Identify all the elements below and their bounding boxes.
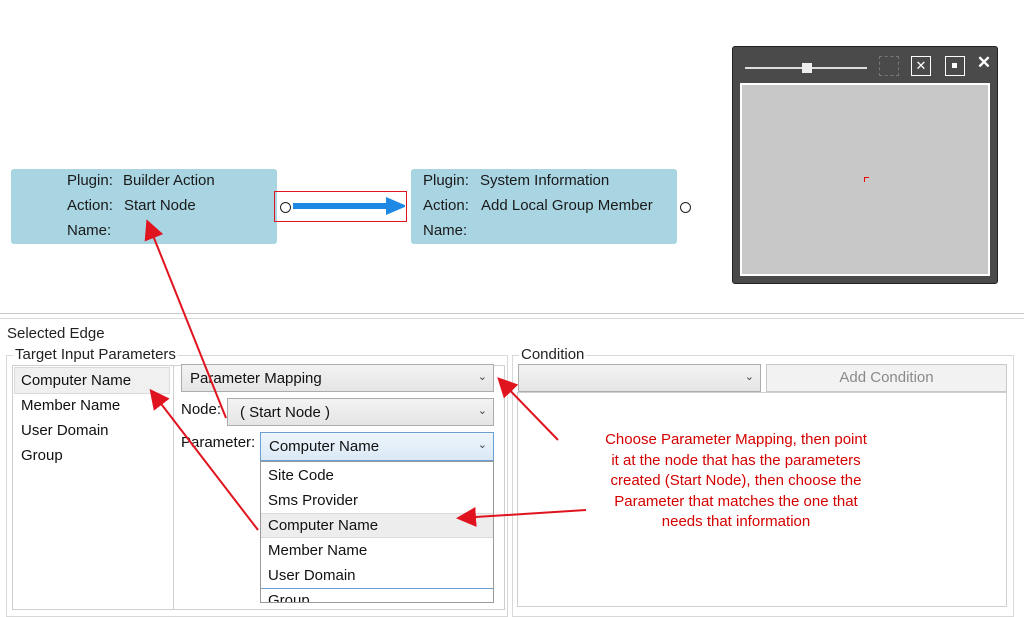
node-action-value: Start Node [124, 197, 196, 214]
parameter-select-value: Computer Name [269, 438, 380, 455]
parameter-dropdown[interactable]: Site Code Sms Provider Computer Name Mem… [260, 461, 494, 603]
node-action-value: Add Local Group Member [481, 197, 653, 214]
dropdown-option[interactable]: Group [268, 592, 310, 602]
panel-separator [0, 313, 1024, 314]
annotation-line: it at the node that has the parameters [611, 451, 861, 469]
dropdown-option[interactable]: Site Code [268, 467, 334, 484]
chevron-down-icon: ⌄ [744, 371, 754, 383]
list-item[interactable]: Member Name [21, 397, 120, 414]
dropdown-option[interactable]: Member Name [268, 542, 367, 559]
list-item[interactable]: Group [21, 447, 63, 464]
node-select-value: ( Start Node ) [240, 404, 331, 421]
node-name-label: Name: [423, 222, 468, 239]
viewport-marker [864, 177, 869, 182]
node-name-label: Name: [67, 222, 112, 239]
annotation-line: Choose Parameter Mapping, then point [605, 431, 867, 448]
annotation-text: Choose Parameter Mapping, then point it … [560, 430, 912, 533]
chevron-down-icon: ⌄ [477, 439, 487, 451]
parameter-label: Parameter: [181, 434, 256, 451]
zoom-slider[interactable] [745, 63, 867, 73]
fit-icon[interactable] [879, 56, 899, 76]
node-action-label: Action: [423, 197, 469, 214]
expand-icon[interactable]: ✕ [911, 56, 931, 76]
node-label: Node: [181, 401, 222, 418]
condition-select[interactable]: ⌄ [518, 364, 761, 392]
target-params-legend: Target Input Parameters [13, 346, 178, 363]
minimap-viewport[interactable] [740, 83, 990, 276]
selected-edge[interactable] [274, 191, 407, 222]
close-icon[interactable]: ✕ [975, 53, 993, 75]
annotation-line: needs that information [661, 513, 811, 530]
annotation-line: Parameter that matches the one that [614, 492, 858, 510]
chevron-down-icon: ⌄ [477, 405, 487, 417]
minimap-window[interactable]: ✕ ✕ [732, 46, 998, 284]
system-information-output-port[interactable] [680, 202, 691, 213]
center-icon[interactable] [945, 56, 965, 76]
system-information-node[interactable]: Plugin: System Information Action: Add L… [411, 169, 677, 244]
add-condition-button[interactable]: Add Condition [766, 364, 1007, 392]
zoom-slider-thumb[interactable] [802, 63, 812, 73]
node-plugin-label: Plugin: [423, 172, 469, 189]
panel-title: Selected Edge [5, 325, 107, 342]
mapping-type-value: Parameter Mapping [190, 370, 322, 387]
condition-legend: Condition [519, 346, 587, 363]
chevron-down-icon: ⌄ [477, 371, 487, 383]
list-item[interactable]: User Domain [21, 422, 109, 439]
node-plugin-value: System Information [480, 172, 610, 189]
node-plugin-label: Plugin: [67, 172, 113, 189]
parameter-select[interactable]: Computer Name ⌄ [260, 432, 494, 461]
add-condition-label: Add Condition [839, 369, 934, 386]
edge-arrow-icon [293, 197, 405, 215]
start-node[interactable]: Plugin: Builder Action Action: Start Nod… [11, 169, 277, 244]
node-action-label: Action: [67, 197, 113, 214]
mapping-type-select[interactable]: Parameter Mapping ⌄ [181, 364, 494, 392]
node-select[interactable]: ( Start Node ) ⌄ [227, 398, 494, 426]
dropdown-option[interactable]: Computer Name [268, 517, 378, 534]
annotation-line: created (Start Node), then choose the [610, 472, 862, 489]
node-plugin-value: Builder Action [123, 172, 215, 189]
target-params-list[interactable]: Computer Name Member Name User Domain Gr… [12, 365, 174, 610]
dropdown-option[interactable]: Sms Provider [268, 492, 358, 509]
list-item[interactable]: Computer Name [21, 372, 131, 389]
dropdown-option[interactable]: User Domain [268, 567, 356, 584]
